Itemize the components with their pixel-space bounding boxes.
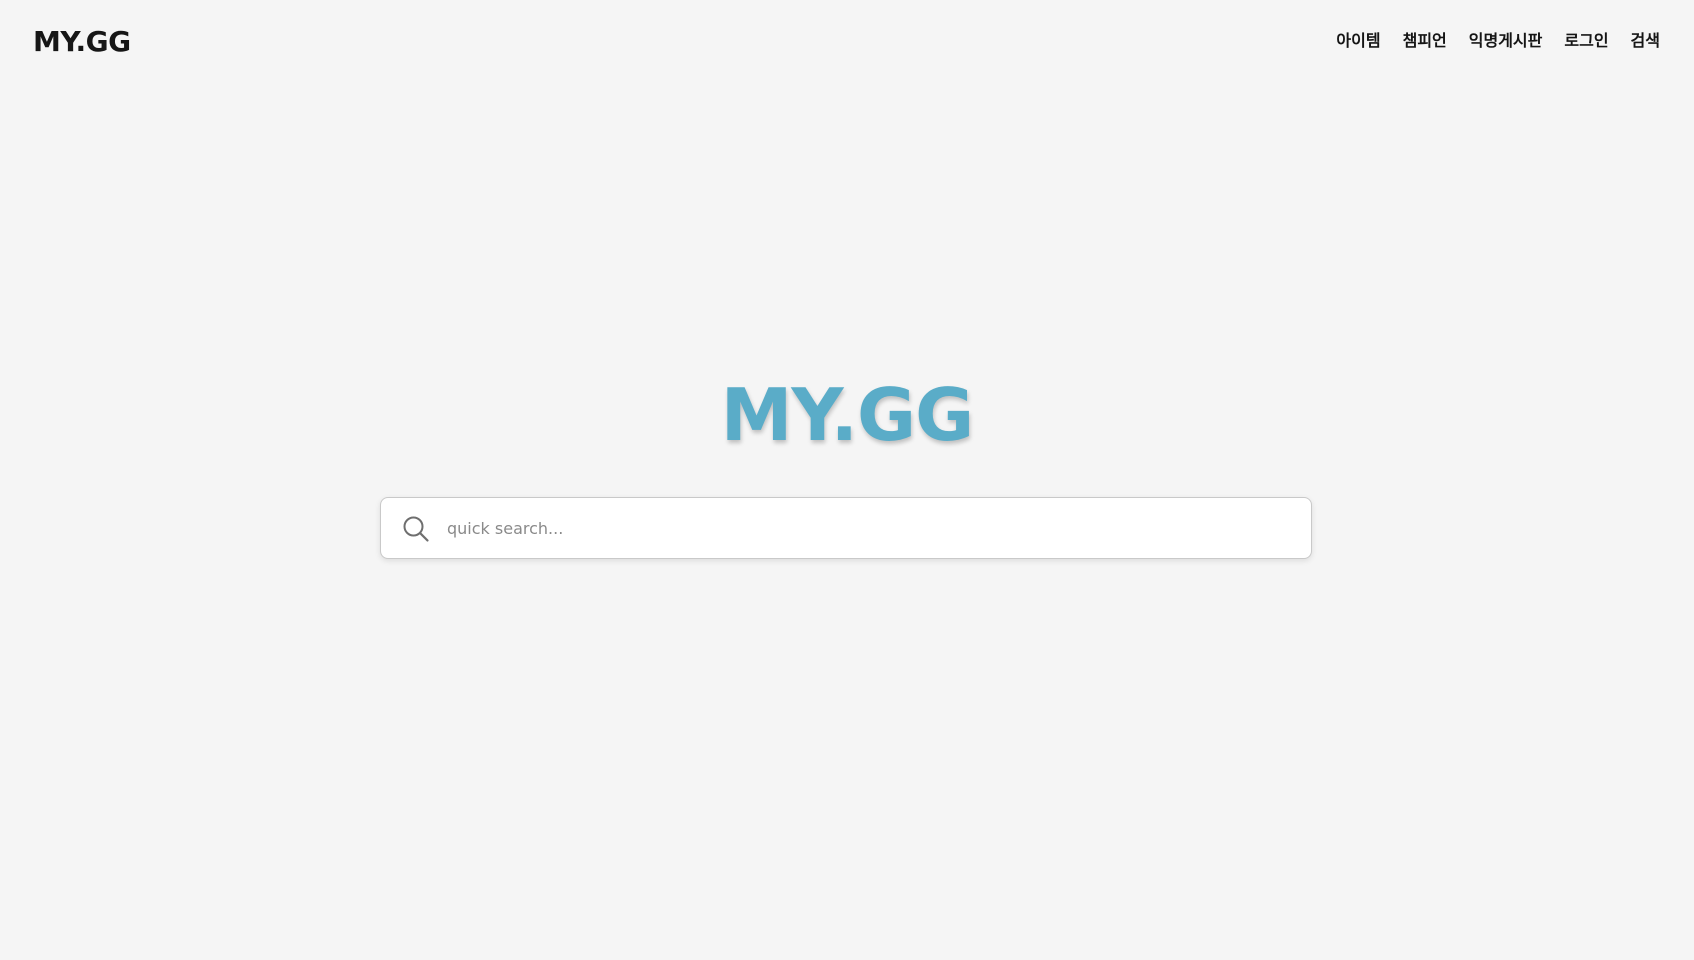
nav-item-champions[interactable]: 챔피언 [1403, 28, 1447, 54]
nav-item-items[interactable]: 아이템 [1336, 28, 1380, 54]
nav-item-anonymous-board[interactable]: 익명게시판 [1469, 28, 1543, 54]
site-header: MY.GG 아이템 챔피언 익명게시판 로그인 검색 [0, 0, 1694, 84]
main-nav: 아이템 챔피언 익명게시판 로그인 검색 [1336, 28, 1660, 54]
site-logo[interactable]: MY.GG [33, 24, 131, 60]
nav-item-search[interactable]: 검색 [1631, 28, 1660, 54]
search-icon [402, 515, 430, 543]
search-bar[interactable] [380, 497, 1312, 559]
hero-title: MY.GG [720, 373, 974, 457]
nav-item-login[interactable]: 로그인 [1564, 28, 1608, 54]
search-input[interactable] [447, 498, 1297, 558]
